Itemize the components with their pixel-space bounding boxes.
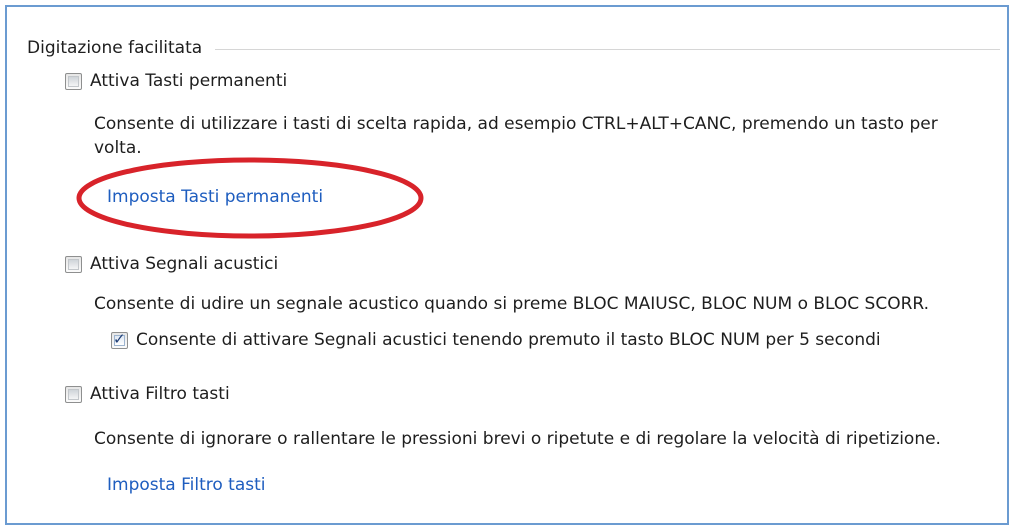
filter-keys-option[interactable]: Attiva Filtro tasti xyxy=(65,383,230,405)
group-title: Digitazione facilitata xyxy=(27,37,207,59)
toggle-keys-checkbox[interactable] xyxy=(65,255,82,273)
sticky-keys-label: Attiva Tasti permanenti xyxy=(90,71,288,91)
toggle-keys-label: Attiva Segnali acustici xyxy=(90,254,279,274)
group-divider xyxy=(215,49,1000,50)
sticky-keys-option[interactable]: Attiva Tasti permanenti xyxy=(65,70,287,92)
setup-sticky-keys-link[interactable]: Imposta Tasti permanenti xyxy=(107,186,323,208)
toggle-keys-hold-checkbox[interactable]: ✓ xyxy=(111,329,128,349)
setup-filter-keys-link[interactable]: Imposta Filtro tasti xyxy=(107,474,266,496)
sticky-keys-description-line1: Consente di utilizzare i tasti di scelta… xyxy=(94,114,938,134)
sticky-keys-checkbox[interactable] xyxy=(65,72,82,90)
sticky-keys-description-line2: volta. xyxy=(94,138,142,158)
filter-keys-checkbox[interactable] xyxy=(65,385,82,403)
checkmark-icon: ✓ xyxy=(113,329,126,348)
toggle-keys-description: Consente di udire un segnale acustico qu… xyxy=(94,294,930,314)
toggle-keys-hold-option[interactable]: ✓ Consente di attivare Segnali acustici … xyxy=(111,329,881,351)
toggle-keys-option[interactable]: Attiva Segnali acustici xyxy=(65,253,278,275)
dialog-frame: Digitazione facilitata Attiva Tasti perm… xyxy=(5,5,1009,525)
toggle-keys-hold-label: Consente di attivare Segnali acustici te… xyxy=(136,330,881,350)
filter-keys-description: Consente di ignorare o rallentare le pre… xyxy=(94,429,941,449)
filter-keys-label: Attiva Filtro tasti xyxy=(90,384,230,404)
